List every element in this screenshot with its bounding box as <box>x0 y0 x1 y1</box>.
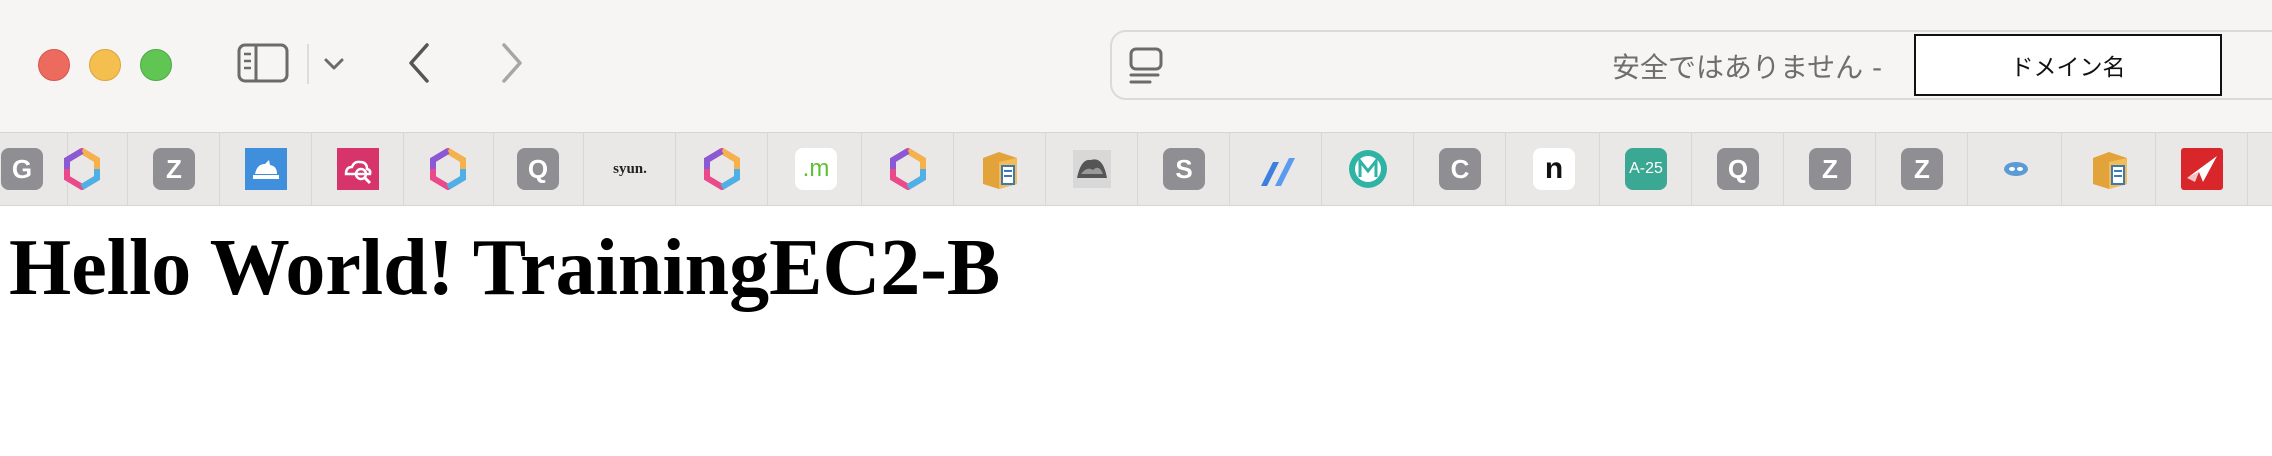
hexagon-logo-icon <box>890 148 926 190</box>
favorite-item[interactable] <box>2156 133 2248 205</box>
toolbar-divider <box>307 44 309 84</box>
favorite-item[interactable]: n <box>1508 133 1600 205</box>
browser-toolbar: 安全ではありません - ドメイン名 <box>0 0 2272 132</box>
favicon-text: syun. <box>613 160 647 177</box>
chevron-down-icon[interactable] <box>322 54 346 74</box>
chevron-left-icon[interactable] <box>405 40 435 86</box>
page-heading: Hello World! TrainingEC2-B <box>9 224 1001 312</box>
favorite-item[interactable] <box>954 133 1046 205</box>
favorite-item[interactable] <box>676 133 768 205</box>
favicon-letter: Z <box>1809 148 1851 190</box>
favorite-item[interactable]: A-25 <box>1600 133 1692 205</box>
slash-logo-icon <box>1261 158 1295 186</box>
favicon-letter: S <box>1163 148 1205 190</box>
favorite-item[interactable]: C <box>1414 133 1506 205</box>
not-secure-label: 安全ではありません - <box>1612 51 1883 84</box>
favicon-letter: Z <box>1901 148 1943 190</box>
blob-logo-icon <box>2004 162 2028 176</box>
pink-cloud-logo-icon <box>337 148 379 190</box>
favorite-item[interactable]: Q <box>492 133 584 205</box>
favicon-letter: Q <box>1717 148 1759 190</box>
favorite-item[interactable] <box>220 133 312 205</box>
favorite-item[interactable]: .m <box>770 133 862 205</box>
domain-label: ドメイン名 <box>1914 34 2222 96</box>
favorite-item[interactable] <box>402 133 494 205</box>
hexagon-logo-icon <box>704 148 740 190</box>
box-logo-icon <box>983 152 1017 189</box>
hexagon-logo-icon <box>430 148 466 190</box>
favicon-text: n <box>1533 148 1575 190</box>
favorite-item[interactable]: S <box>1138 133 1230 205</box>
red-plane-logo-icon <box>2181 148 2223 190</box>
maximize-window-button[interactable] <box>140 49 172 81</box>
blue-cat-logo-icon <box>245 148 287 190</box>
favorite-item[interactable] <box>2064 133 2156 205</box>
favorite-item[interactable]: syun. <box>584 133 676 205</box>
photo-logo-icon <box>1073 150 1111 188</box>
chevron-right-icon[interactable] <box>496 40 526 86</box>
favorites-bar: G Z Q syun. .m S C n A-25 Q Z Z <box>0 132 2272 206</box>
hexagon-logo-icon <box>64 148 100 190</box>
favicon-letter: Q <box>517 148 559 190</box>
favorite-item[interactable] <box>1322 133 1414 205</box>
favicon-text: .m <box>795 148 837 190</box>
favorite-item[interactable] <box>1970 133 2062 205</box>
favorite-item[interactable] <box>36 133 128 205</box>
favicon-letter: Z <box>153 148 195 190</box>
favorite-item[interactable] <box>1046 133 1138 205</box>
close-window-button[interactable] <box>38 49 70 81</box>
favorite-item[interactable]: Z <box>1784 133 1876 205</box>
favorite-item[interactable] <box>1230 133 1322 205</box>
favorite-item[interactable]: Z <box>128 133 220 205</box>
favorite-item[interactable] <box>312 133 404 205</box>
reader-icon[interactable] <box>1128 46 1164 86</box>
sidebar-icon[interactable] <box>236 42 290 84</box>
favorite-item[interactable]: Q <box>1692 133 1784 205</box>
box-logo-icon <box>2093 152 2127 189</box>
favicon-text: A-25 <box>1625 148 1667 190</box>
favicon-letter: C <box>1439 148 1481 190</box>
favorite-item[interactable]: Z <box>1876 133 1968 205</box>
minimize-window-button[interactable] <box>89 49 121 81</box>
circle-m-logo-icon <box>1349 150 1387 188</box>
favorite-item[interactable] <box>862 133 954 205</box>
